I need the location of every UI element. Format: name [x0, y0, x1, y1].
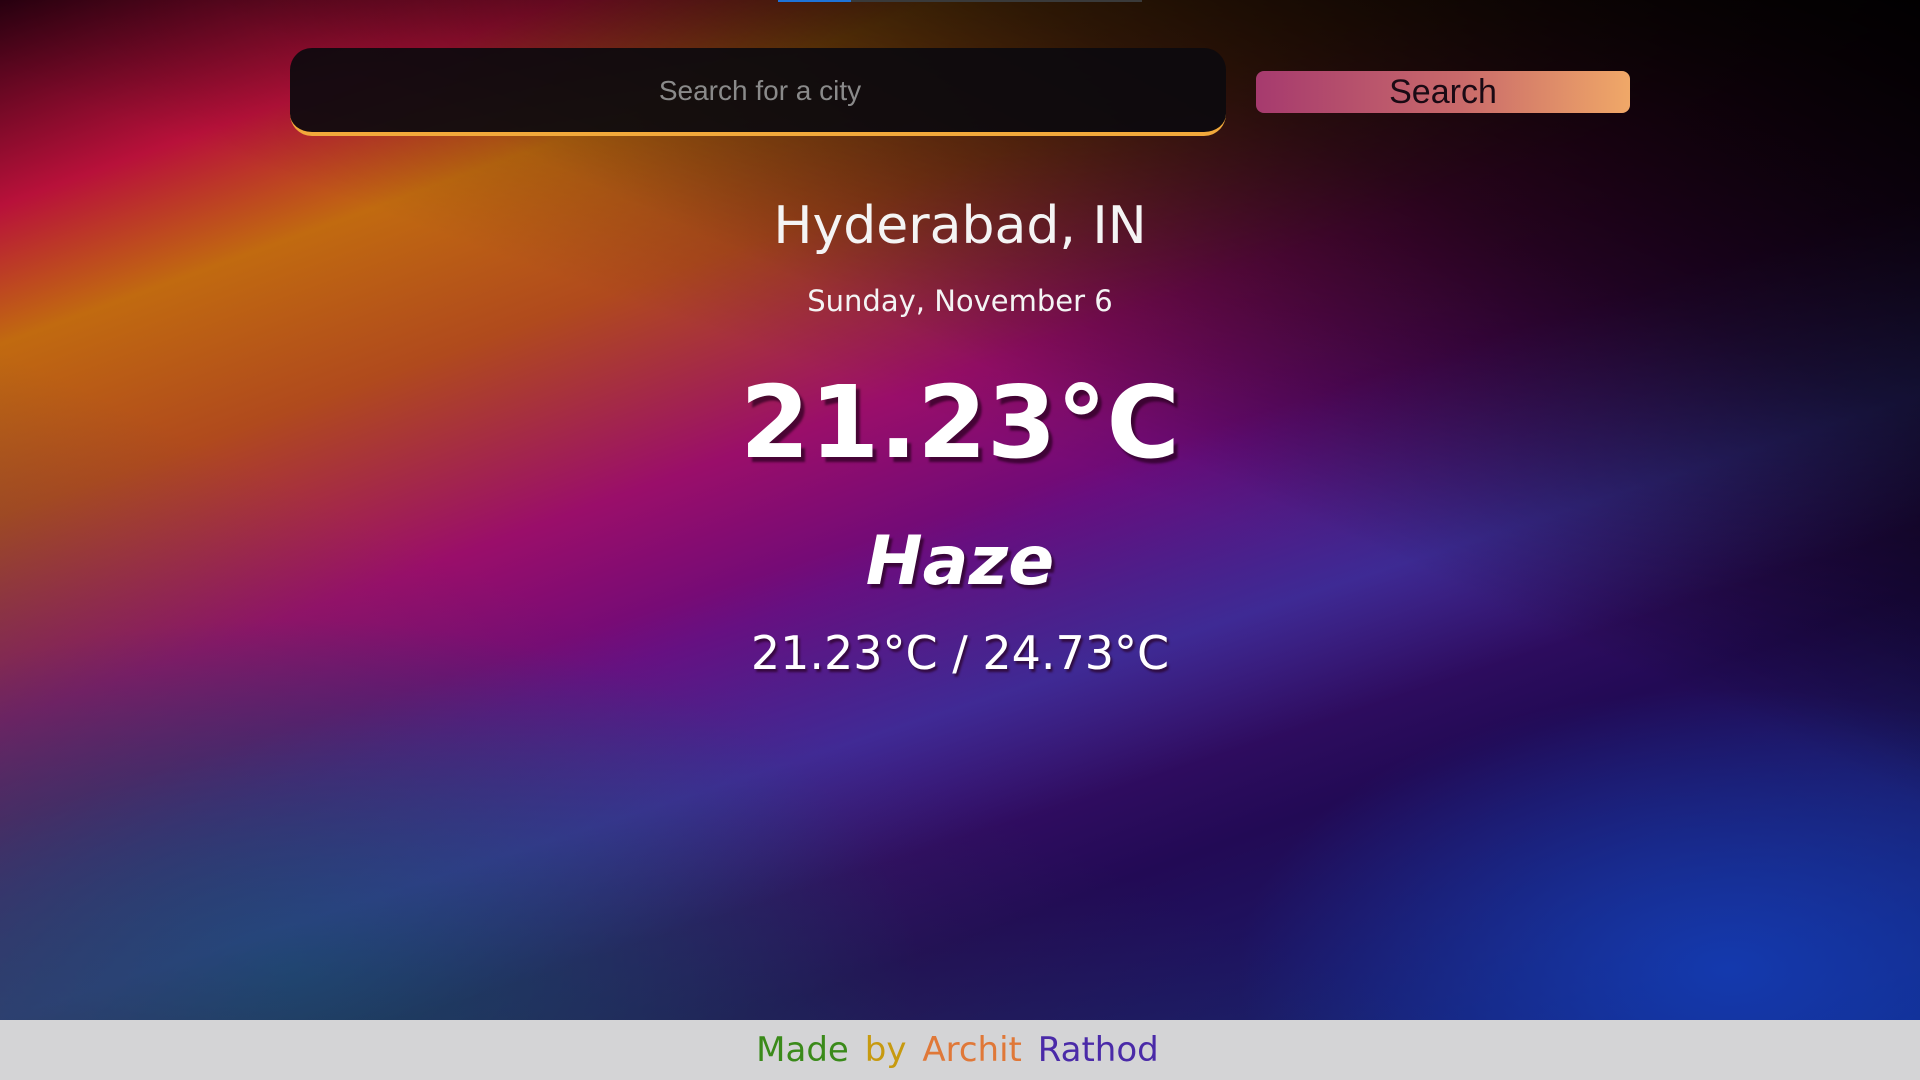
- footer-word-last-name: Rathod: [1037, 1030, 1159, 1070]
- min-max-temperature: 21.23°C / 24.73°C: [750, 626, 1170, 680]
- search-box: [290, 48, 1230, 136]
- date-label: Sunday, November 6: [807, 284, 1113, 318]
- footer-word-made: Made: [756, 1030, 849, 1070]
- footer-word-by: by: [864, 1030, 907, 1070]
- top-progress-bar: [778, 0, 1142, 2]
- background-wallpaper: [0, 0, 1920, 1020]
- search-button[interactable]: Search: [1256, 71, 1630, 113]
- weather-condition: Haze: [865, 522, 1055, 601]
- footer-word-first-name: Archit: [922, 1030, 1022, 1070]
- top-progress-active: [778, 0, 851, 2]
- footer: Made by Archit Rathod: [0, 1020, 1920, 1080]
- search-input[interactable]: [290, 48, 1230, 134]
- current-temperature: 21.23°C: [740, 364, 1180, 481]
- location-label: Hyderabad, IN: [773, 196, 1147, 256]
